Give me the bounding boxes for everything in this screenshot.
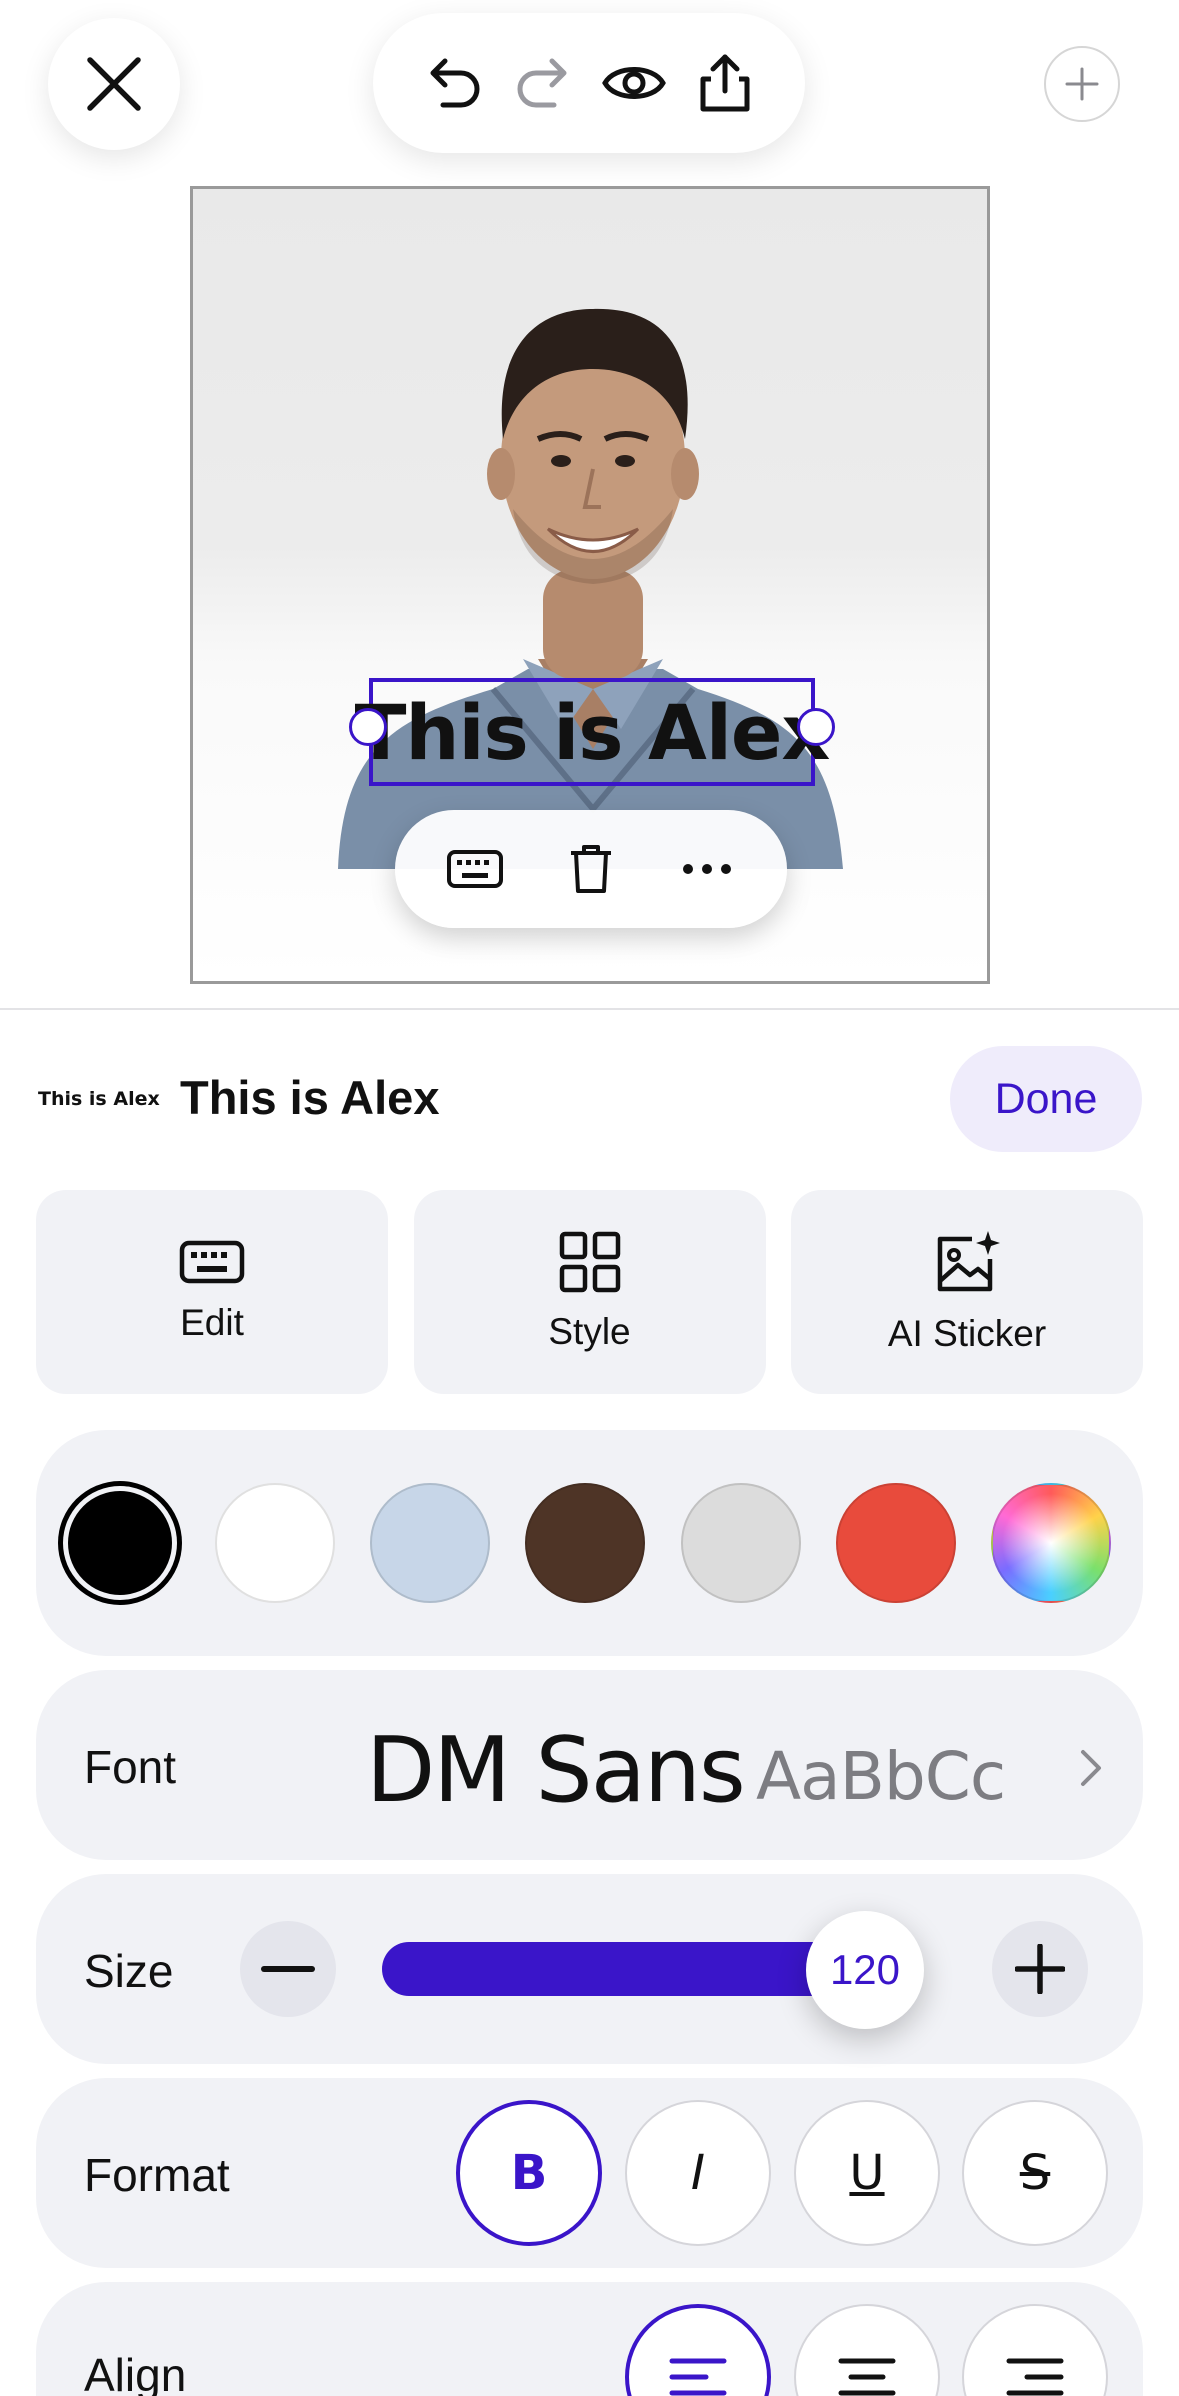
left-resize-handle[interactable] bbox=[349, 708, 387, 746]
sheet-header: This is Alex This is Alex Done bbox=[0, 1040, 1179, 1162]
editor-canvas-area: This is Alex bbox=[0, 0, 1179, 1008]
align-left-button[interactable] bbox=[625, 2304, 771, 2396]
ai-image-icon bbox=[937, 1231, 1000, 1292]
bold-button[interactable]: B bbox=[456, 2100, 602, 2246]
style-tile-label: Style bbox=[548, 1311, 631, 1352]
color-swatch-red[interactable] bbox=[835, 1483, 956, 1603]
sheet-divider bbox=[0, 1008, 1179, 1010]
ai-sticker-tile[interactable]: AI Sticker bbox=[791, 1190, 1143, 1394]
preview-button[interactable] bbox=[598, 47, 670, 119]
style-tile[interactable]: Style bbox=[413, 1190, 766, 1394]
delete-button[interactable] bbox=[555, 833, 627, 905]
align-row: Align bbox=[36, 2282, 1143, 2396]
undo-button[interactable] bbox=[417, 47, 489, 119]
format-row: Format B I U S bbox=[36, 2078, 1143, 2268]
close-button[interactable] bbox=[48, 18, 180, 150]
align-right-icon bbox=[1006, 2358, 1064, 2396]
design-canvas[interactable]: This is Alex bbox=[190, 186, 990, 984]
edit-tile-label: Edit bbox=[180, 1302, 244, 1343]
action-tiles: Edit Style AI Sticker bbox=[36, 1190, 1143, 1394]
share-icon bbox=[700, 54, 750, 112]
canvas-text: This is Alex bbox=[354, 687, 831, 777]
keyboard-edit-button[interactable] bbox=[439, 833, 511, 905]
done-button[interactable]: Done bbox=[950, 1046, 1142, 1152]
font-row[interactable]: Font DM Sans AaBbCc bbox=[36, 1670, 1143, 1860]
undo-icon bbox=[430, 58, 480, 108]
plus-icon bbox=[1065, 67, 1099, 101]
grid-icon bbox=[559, 1231, 620, 1293]
align-center-icon bbox=[838, 2358, 896, 2396]
sheet-title: This is Alex bbox=[180, 1071, 440, 1124]
strikethrough-button[interactable]: S bbox=[962, 2100, 1108, 2246]
ai-sticker-tile-label: AI Sticker bbox=[887, 1313, 1047, 1354]
align-label: Align bbox=[84, 2349, 187, 2396]
color-swatch-brown[interactable] bbox=[525, 1483, 646, 1603]
right-resize-handle[interactable] bbox=[797, 708, 835, 746]
format-label: Format bbox=[84, 2149, 230, 2201]
redo-icon bbox=[517, 58, 567, 108]
edit-tile[interactable]: Edit bbox=[36, 1190, 388, 1394]
minus-icon bbox=[261, 1966, 315, 1972]
align-left-icon bbox=[669, 2358, 727, 2396]
size-row: Size 120 bbox=[36, 1874, 1143, 2064]
custom-color-picker[interactable] bbox=[990, 1483, 1111, 1603]
share-button[interactable] bbox=[689, 47, 761, 119]
text-mini-preview: This is Alex bbox=[38, 1088, 160, 1110]
color-palette bbox=[36, 1430, 1143, 1656]
font-name: DM Sans bbox=[366, 1718, 746, 1823]
chevron-right-icon bbox=[1066, 1738, 1116, 1798]
color-swatch-black[interactable] bbox=[68, 1491, 172, 1595]
font-label: Font bbox=[84, 1741, 177, 1793]
preview-eye-icon bbox=[602, 67, 667, 99]
align-center-button[interactable] bbox=[794, 2304, 940, 2396]
underline-button[interactable]: U bbox=[794, 2100, 940, 2246]
keyboard-icon bbox=[447, 850, 503, 888]
italic-button[interactable]: I bbox=[625, 2100, 771, 2246]
size-slider-thumb[interactable]: 120 bbox=[806, 1911, 924, 2029]
color-swatch-white[interactable] bbox=[215, 1483, 336, 1603]
add-layer-button[interactable] bbox=[1044, 46, 1120, 122]
more-button[interactable] bbox=[671, 833, 743, 905]
top-toolbar bbox=[373, 13, 805, 153]
selected-text-layer[interactable]: This is Alex bbox=[355, 678, 830, 786]
text-context-menu bbox=[395, 810, 787, 928]
close-icon bbox=[87, 57, 141, 111]
plus-icon bbox=[1015, 1944, 1065, 1994]
trash-icon bbox=[571, 845, 611, 893]
size-decrease-button[interactable] bbox=[240, 1921, 336, 2017]
color-swatch-light-blue[interactable] bbox=[370, 1483, 491, 1603]
redo-button[interactable] bbox=[508, 47, 580, 119]
keyboard-icon bbox=[179, 1240, 245, 1284]
size-label: Size bbox=[84, 1945, 174, 1997]
more-icon bbox=[683, 864, 731, 874]
align-right-button[interactable] bbox=[962, 2304, 1108, 2396]
color-swatch-light-gray[interactable] bbox=[680, 1483, 801, 1603]
size-increase-button[interactable] bbox=[992, 1921, 1088, 2017]
font-sample: AaBbCc bbox=[756, 1738, 1006, 1815]
